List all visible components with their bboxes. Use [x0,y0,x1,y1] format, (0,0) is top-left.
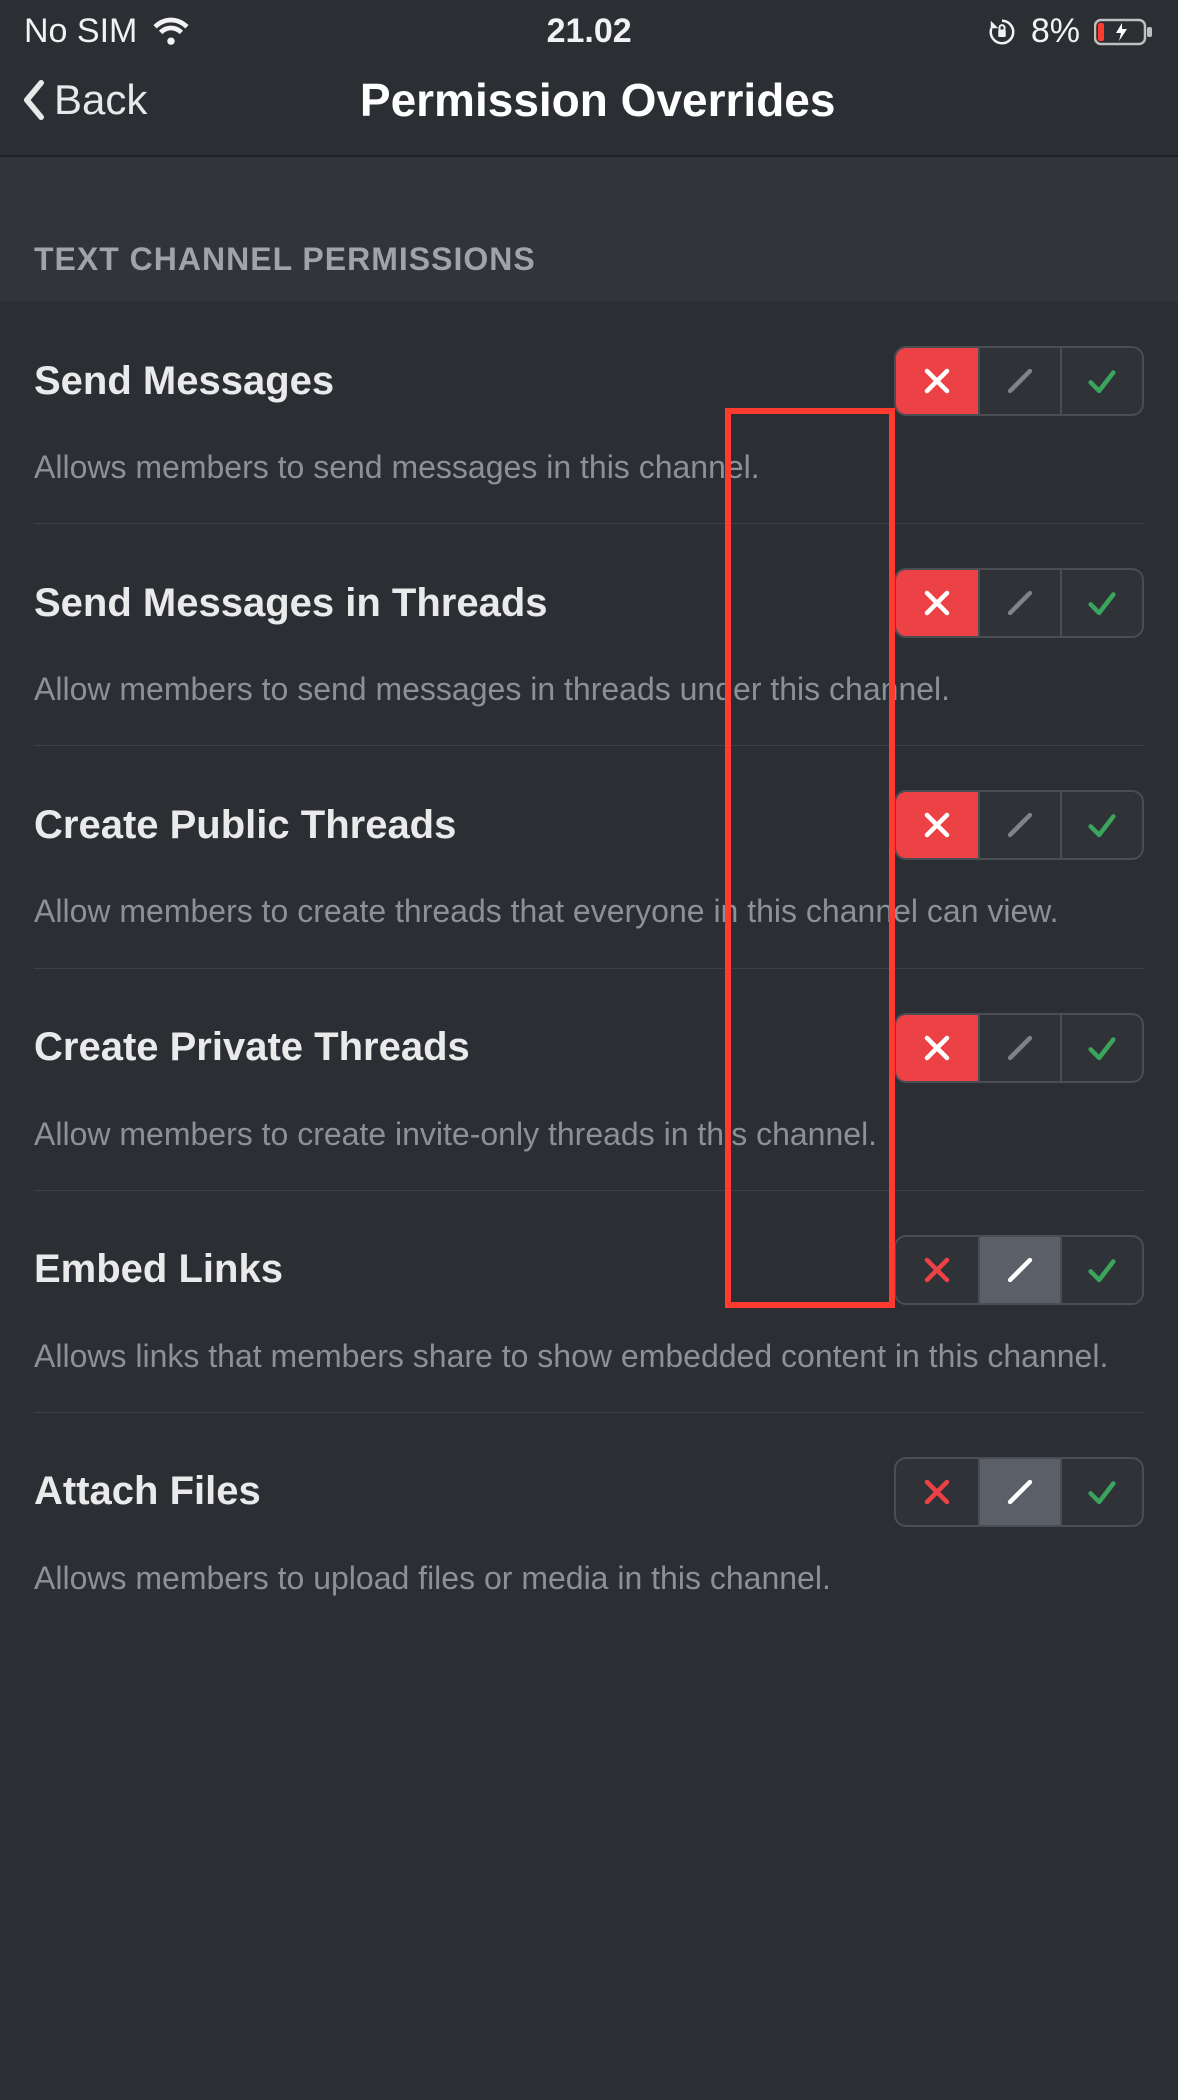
permission-description: Allow members to create invite-only thre… [34,1113,1144,1156]
permission-toggle [894,1457,1144,1527]
check-icon [1085,808,1119,842]
status-bar: No SIM 21.02 8% [0,0,1178,57]
allow-button[interactable] [1060,1015,1142,1081]
slash-icon [1003,1475,1037,1509]
neutral-button[interactable] [978,1015,1060,1081]
allow-button[interactable] [1060,570,1142,636]
slash-icon [1003,364,1037,398]
neutral-button[interactable] [978,1459,1060,1525]
permission-description: Allow members to send messages in thread… [34,668,1144,711]
permission-title: Attach Files [34,1469,261,1514]
permission-row-embed-links: Embed Links Allows [34,1191,1144,1413]
permission-title: Create Public Threads [34,803,456,848]
neutral-button[interactable] [978,570,1060,636]
permission-toggle [894,568,1144,638]
check-icon [1085,586,1119,620]
allow-button[interactable] [1060,348,1142,414]
permission-row-attach-files: Attach Files Allow [34,1413,1144,1634]
section-spacer [0,157,1178,217]
neutral-button[interactable] [978,348,1060,414]
permission-list: Send Messages Allo [0,302,1178,1634]
header-bar: Back Permission Overrides [0,57,1178,157]
x-icon [922,1255,952,1285]
allow-button[interactable] [1060,792,1142,858]
slash-icon [1003,1031,1037,1065]
x-icon [922,1477,952,1507]
deny-button[interactable] [896,792,978,858]
check-icon [1085,1475,1119,1509]
neutral-button[interactable] [978,792,1060,858]
permission-title: Send Messages in Threads [34,581,548,626]
deny-button[interactable] [896,348,978,414]
permission-row-send-messages: Send Messages Allo [34,302,1144,524]
battery-icon [1094,17,1154,47]
check-icon [1085,364,1119,398]
wifi-icon [151,16,191,48]
x-icon [922,366,952,396]
x-icon [922,1033,952,1063]
permission-description: Allows links that members share to show … [34,1335,1144,1378]
permission-title: Create Private Threads [34,1025,470,1070]
permission-toggle [894,1235,1144,1305]
check-icon [1085,1253,1119,1287]
allow-button[interactable] [1060,1237,1142,1303]
permission-row-create-public-threads: Create Public Threads [34,746,1144,968]
clock-label: 21.02 [547,12,632,51]
slash-icon [1003,1253,1037,1287]
permission-toggle [894,1013,1144,1083]
check-icon [1085,1031,1119,1065]
orientation-lock-icon [987,17,1017,47]
permission-description: Allows members to upload files or media … [34,1557,1144,1600]
permission-description: Allow members to create threads that eve… [34,890,1144,933]
permission-row-send-messages-threads: Send Messages in Threads [34,524,1144,746]
permission-description: Allows members to send messages in this … [34,446,1144,489]
slash-icon [1003,586,1037,620]
neutral-button[interactable] [978,1237,1060,1303]
permission-row-create-private-threads: Create Private Threads [34,969,1144,1191]
allow-button[interactable] [1060,1459,1142,1525]
deny-button[interactable] [896,570,978,636]
deny-button[interactable] [896,1015,978,1081]
permission-title: Send Messages [34,359,334,404]
deny-button[interactable] [896,1237,978,1303]
page-title: Permission Overrides [37,73,1158,127]
carrier-label: No SIM [24,12,137,51]
x-icon [922,810,952,840]
permission-toggle [894,790,1144,860]
permission-toggle [894,346,1144,416]
permission-title: Embed Links [34,1247,283,1292]
slash-icon [1003,808,1037,842]
deny-button[interactable] [896,1459,978,1525]
section-header: TEXT CHANNEL PERMISSIONS [0,217,1178,302]
x-icon [922,588,952,618]
battery-pct-label: 8% [1031,12,1080,51]
